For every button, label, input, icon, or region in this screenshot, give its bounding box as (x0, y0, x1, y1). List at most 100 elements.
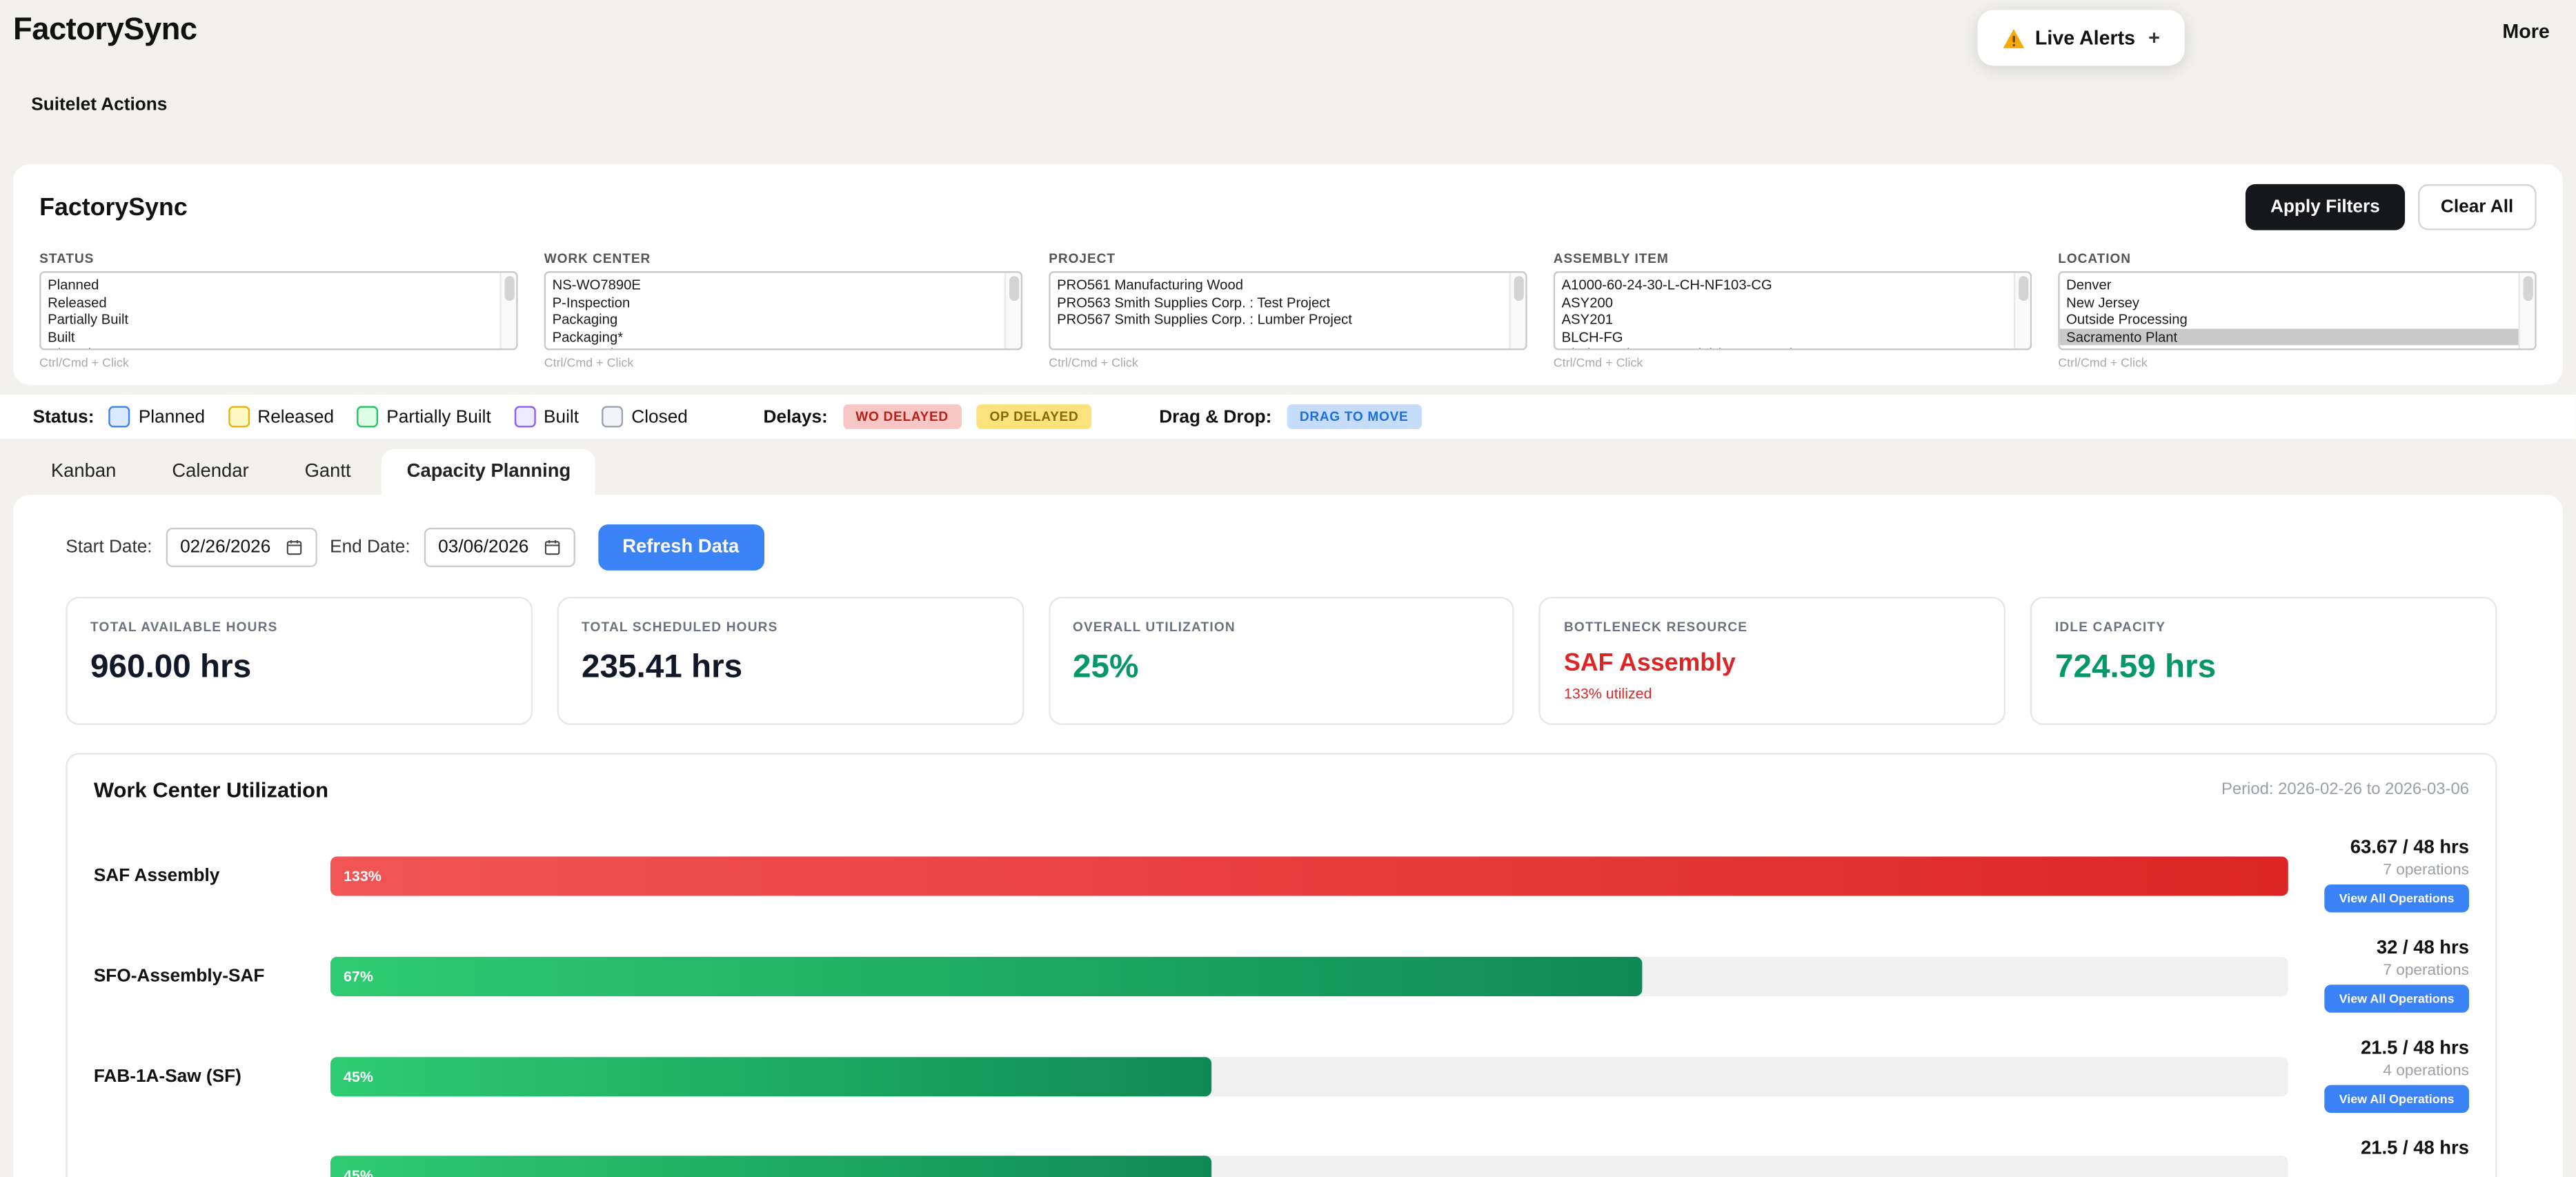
utilization-bar-track: 45% (330, 1155, 2288, 1177)
live-alerts-button[interactable]: Live Alerts + (1978, 10, 2185, 66)
assembly-item-option[interactable]: BLCH-FG (1555, 328, 2030, 345)
scrollbar-thumb[interactable] (1009, 276, 1018, 301)
work-center-option[interactable]: Packaging* (546, 328, 1021, 345)
apply-filters-button[interactable]: Apply Filters (2246, 184, 2404, 230)
hours-value: 32 / 48 hrs (2377, 939, 2469, 959)
utilization-percent-label: 133% (344, 867, 382, 884)
refresh-data-button[interactable]: Refresh Data (597, 524, 764, 571)
date-range-controls: Start Date: 02/26/2026 End Date: 03/06/2… (66, 524, 2497, 571)
filter-label-status: STATUS (39, 252, 517, 266)
utilization-bar: 67% (330, 956, 1642, 996)
scrollbar[interactable] (499, 273, 516, 349)
filter-label-work-center: WORK CENTER (544, 252, 1022, 266)
status-multiselect[interactable]: Planned Released Partially Built Built C… (39, 271, 517, 350)
suitelet-actions-label: Suitelet Actions (31, 95, 167, 115)
utilization-period: Period: 2026-02-26 to 2026-03-06 (2221, 781, 2469, 799)
project-option[interactable]: PRO561 Manufacturing Wood (1051, 276, 1526, 293)
calendar-icon[interactable] (544, 540, 560, 556)
assembly-item-option[interactable]: ASY201 (1555, 310, 2030, 328)
assembly-item-multiselect[interactable]: A1000-60-24-30-L-CH-NF103-CG ASY200 ASY2… (1554, 271, 2032, 350)
filter-group-location: LOCATION Denver New Jersey Outside Proce… (2058, 252, 2536, 370)
project-multiselect[interactable]: PRO561 Manufacturing Wood PRO563 Smith S… (1049, 271, 1527, 350)
app-root: FactorySync Suitelet Actions Live Alerts… (0, 0, 2576, 1177)
drag-to-move-badge: DRAG TO MOVE (1287, 404, 1422, 429)
project-option[interactable]: PRO563 Smith Supplies Corp. : Test Proje… (1051, 293, 1526, 310)
status-option[interactable]: Released (41, 293, 517, 310)
location-option[interactable]: Denver (2060, 276, 2535, 293)
location-option[interactable]: Outside Processing (2060, 310, 2535, 328)
end-date-input[interactable]: 03/06/2026 (424, 528, 575, 567)
plus-icon: + (2148, 26, 2160, 49)
built-status-swatch (514, 406, 535, 428)
legend-item-label: Closed (631, 407, 688, 427)
scrollbar-thumb[interactable] (504, 276, 513, 301)
work-center-option[interactable]: NS-WO7890E (546, 276, 1021, 293)
status-option[interactable]: Closed (41, 345, 517, 350)
view-all-operations-button[interactable]: View All Operations (2324, 1085, 2469, 1114)
filter-actions: Apply Filters Clear All (2246, 184, 2536, 230)
scrollbar[interactable] (1004, 273, 1021, 349)
row-stats: 21.5 / 48 hrs 4 operations View All Oper… (2305, 1039, 2469, 1113)
view-all-operations-button[interactable]: View All Operations (2324, 985, 2469, 1013)
utilization-bar: 45% (330, 1155, 1211, 1177)
work-center-option[interactable]: P-Inspection (546, 293, 1021, 310)
live-alerts-label: Live Alerts (2035, 26, 2135, 49)
filter-label-assembly-item: ASSEMBLY ITEM (1554, 252, 2032, 266)
work-center-option[interactable]: Prep Station (546, 345, 1021, 350)
legend-bar: Status: Planned Released Partially Built… (0, 395, 2576, 439)
clear-all-button[interactable]: Clear All (2418, 184, 2537, 230)
assembly-item-option[interactable]: A1000-60-24-30-L-CH-NF103-CG (1555, 276, 2030, 293)
legend-item-released: Released (228, 406, 334, 428)
location-multiselect[interactable]: Denver New Jersey Outside Processing Sac… (2058, 271, 2536, 350)
tab-capacity-planning[interactable]: Capacity Planning (382, 449, 595, 495)
more-button[interactable]: More (2502, 20, 2549, 43)
location-option[interactable]: New Jersey (2060, 293, 2535, 310)
status-option[interactable]: Built (41, 328, 517, 345)
scrollbar[interactable] (2518, 273, 2535, 349)
start-date-input[interactable]: 02/26/2026 (166, 528, 317, 567)
status-option[interactable]: Partially Built (41, 310, 517, 328)
scrollbar-thumb[interactable] (2018, 276, 2028, 301)
assembly-item-option[interactable]: Chair - Mahogany Serial (Demo - 4.0) (1555, 345, 2030, 350)
work-center-option[interactable]: Packaging (546, 310, 1021, 328)
tab-kanban[interactable]: Kanban (26, 449, 141, 495)
scrollbar-thumb[interactable] (2522, 276, 2532, 301)
operations-count: 4 operations (2383, 1062, 2469, 1080)
work-center-name: FAB-1A-Saw (SF) (94, 1066, 330, 1086)
location-option-selected[interactable]: Sacramento Plant (2060, 328, 2535, 345)
utilization-row: SAF Assembly 133% 63.67 / 48 hrs 7 opera… (94, 838, 2469, 912)
app-title: FactorySync (13, 13, 197, 49)
scrollbar[interactable] (2014, 273, 2030, 349)
filter-grid: STATUS Planned Released Partially Built … (39, 252, 2536, 370)
scrollbar[interactable] (1509, 273, 1525, 349)
legend-item-label: Planned (139, 407, 205, 427)
stat-label: IDLE CAPACITY (2055, 620, 2473, 634)
project-option[interactable]: PRO567 Smith Supplies Corp. : Lumber Pro… (1051, 310, 1526, 328)
utilization-percent-label: 45% (344, 1167, 373, 1177)
calendar-icon[interactable] (286, 540, 302, 556)
stat-card-overall-utilization: OVERALL UTILIZATION 25% (1048, 597, 1514, 725)
scrollbar-thumb[interactable] (1513, 276, 1523, 301)
end-date-value: 03/06/2026 (438, 537, 528, 557)
status-option[interactable]: Planned (41, 276, 517, 293)
hours-value: 21.5 / 48 hrs (2361, 1139, 2469, 1159)
assembly-item-option[interactable]: ASY200 (1555, 293, 2030, 310)
utilization-percent-label: 45% (344, 1068, 373, 1085)
utilization-bar-track: 67% (330, 956, 2288, 996)
legend-item-built: Built (514, 406, 579, 428)
work-center-multiselect[interactable]: NS-WO7890E P-Inspection Packaging Packag… (544, 271, 1022, 350)
filter-panel-header: FactorySync Apply Filters Clear All (39, 184, 2536, 230)
view-all-operations-button[interactable]: View All Operations (2324, 884, 2469, 913)
tab-gantt[interactable]: Gantt (280, 449, 376, 495)
multiselect-hint: Ctrl/Cmd + Click (1554, 355, 2032, 370)
stat-label: OVERALL UTILIZATION (1073, 620, 1490, 634)
utilization-bar-track: 133% (330, 855, 2288, 895)
filter-group-assembly-item: ASSEMBLY ITEM A1000-60-24-30-L-CH-NF103-… (1554, 252, 2032, 370)
op-delayed-badge: OP DELAYED (976, 404, 1091, 429)
tab-calendar[interactable]: Calendar (148, 449, 274, 495)
stat-subtext: 133% utilized (1564, 686, 1981, 702)
utilization-header: Work Center Utilization Period: 2026-02-… (94, 778, 2469, 802)
stat-value: SAF Assembly (1564, 649, 1981, 677)
filter-panel: FactorySync Apply Filters Clear All STAT… (13, 164, 2563, 384)
utilization-percent-label: 67% (344, 967, 373, 984)
